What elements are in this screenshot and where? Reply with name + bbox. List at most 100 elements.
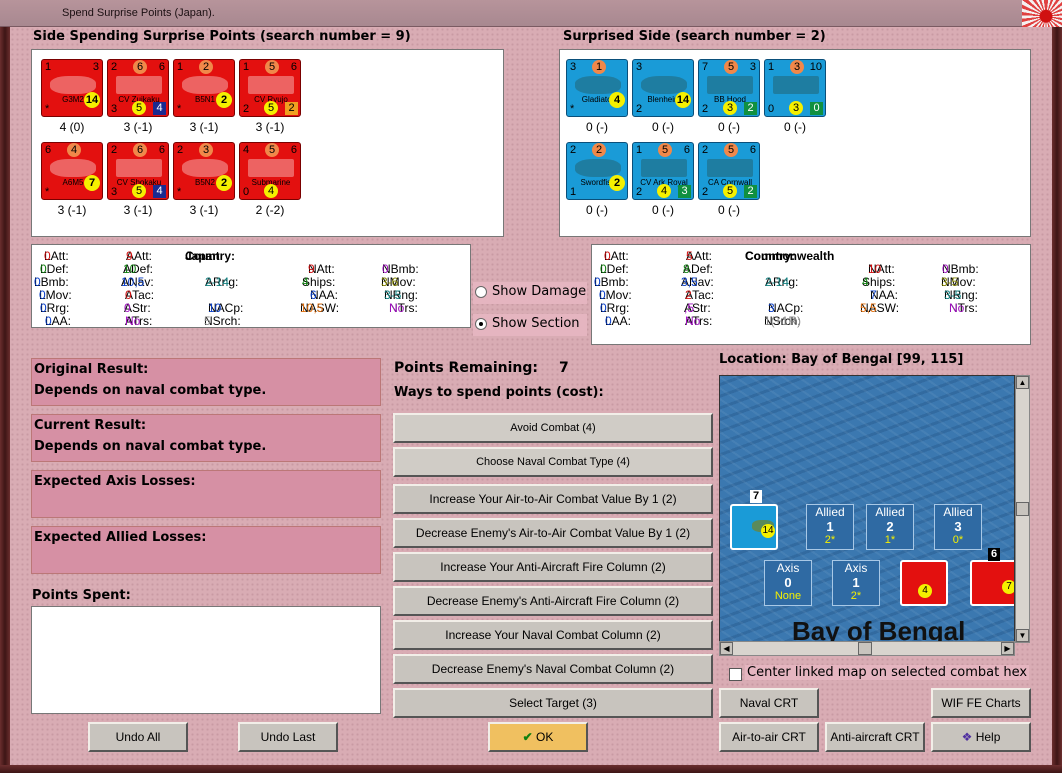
stat-latt: 0 (44, 249, 51, 263)
allied-unit-counter[interactable]: 2 5 6 CA Cornwall 2 5 2 (698, 142, 760, 200)
stat-nrng: 3-5 (384, 288, 402, 302)
counter-top-left-value: 7 (702, 61, 709, 73)
scroll-down-icon[interactable]: ▼ (1016, 629, 1029, 642)
stack-count-blenheim: 7 (750, 490, 762, 503)
allied-stats-panel: LAtt: 0 LDef: 0 LBmb: 0 LMov: 0 LRrg: 0 … (591, 244, 1031, 345)
counter-bottom-right-value: 2 (744, 102, 757, 115)
stat-nasw: 5,5 (860, 301, 877, 315)
show-damage-radio[interactable]: Show Damage (473, 282, 587, 304)
scroll-thumb[interactable] (858, 642, 872, 655)
counter-top-mid-value: 6 (133, 60, 147, 74)
combat-box-allied-2[interactable]: Allied 2 1* (866, 504, 914, 550)
side-label: Allied (943, 505, 973, 519)
map-submarine-counter[interactable]: 4 (900, 560, 948, 606)
counter-top-left-value: 1 (636, 144, 643, 156)
spend-option-button[interactable]: Decrease Enemy's Air-to-Air Combat Value… (393, 518, 713, 548)
current-result-label: Current Result: (34, 418, 147, 433)
map-location: Location: Bay of Bengal [99, 115] (719, 352, 964, 367)
box-value: None (774, 590, 802, 602)
radio-dot (475, 286, 487, 298)
axis-unit-counter[interactable]: 4 5 6 Submarine 0 4 (239, 142, 301, 200)
ship-icon (707, 159, 753, 177)
points-spent-list[interactable] (31, 606, 381, 714)
axis-unit-counter[interactable]: 1 2 B5N1 2 * (173, 59, 235, 117)
counter-top-right-value: 6 (290, 144, 297, 156)
counter-top-mid-value: 3 (199, 143, 213, 157)
combat-box-allied-3[interactable]: Allied 3 0* (934, 504, 982, 550)
allied-unit-counter[interactable]: 3 1 Gladiator 4 * (566, 59, 628, 117)
spend-option-button[interactable]: Decrease Enemy's Anti-Aircraft Fire Colu… (393, 586, 713, 616)
counter-surprise-value: 2 (-2) (255, 203, 285, 217)
show-section-radio[interactable]: Show Section (473, 314, 587, 336)
allied-unit-counter[interactable]: 2 2 Swordfish 2 1 (566, 142, 628, 200)
map-horizontal-scrollbar[interactable]: ◀ ▶ (719, 641, 1015, 656)
window-frame-left (0, 27, 10, 773)
counter-top-right-value: 6 (158, 61, 165, 73)
stat-nacp: 3 (768, 301, 775, 315)
counter-strength-value: 7 (84, 175, 100, 191)
counter-strength-value: 2 (609, 175, 625, 191)
spend-option-button[interactable]: Decrease Enemy's Naval Combat Column (2) (393, 654, 713, 684)
counter-strength-value: 14 (84, 92, 100, 108)
stat-nacp: 10 (208, 301, 222, 315)
undo-all-button[interactable]: Undo All (88, 722, 188, 752)
scroll-right-icon[interactable]: ▶ (1001, 642, 1014, 655)
scroll-thumb[interactable] (1016, 502, 1029, 516)
allied-unit-counter[interactable]: 1 3 10 0 3 0 (764, 59, 826, 117)
allied-unit-counter[interactable]: 7 5 3 BB Hood 2 3 2 (698, 59, 760, 117)
combat-box-axis-1[interactable]: Axis 1 2* (832, 560, 880, 606)
spend-option-button[interactable]: Increase Your Naval Combat Column (2) (393, 620, 713, 650)
allied-unit-counter[interactable]: 3 Blenheim 14 2 (632, 59, 694, 117)
spend-option-button[interactable]: Avoid Combat (4) (393, 413, 713, 443)
help-button[interactable]: ❖ Help (931, 722, 1031, 752)
spend-option-button[interactable]: Choose Naval Combat Type (4) (393, 447, 713, 477)
counter-bottom-left-value: 2 (636, 103, 643, 115)
counter-bottom-left-value: * (177, 186, 182, 198)
spend-option-button[interactable]: Increase Your Anti-Aircraft Fire Column … (393, 552, 713, 582)
anti-aircraft-crt-button[interactable]: Anti-aircraft CRT (825, 722, 925, 752)
checkmark-icon: ✔ (522, 730, 533, 744)
center-map-checkbox[interactable] (729, 668, 742, 681)
ok-button[interactable]: ✔ OK (488, 722, 588, 752)
show-damage-label: Show Damage (492, 284, 587, 299)
allied-country: Commonwealth (745, 249, 835, 263)
expected-axis-losses-box: Expected Axis Losses: (31, 470, 381, 518)
axis-unit-counter[interactable]: 2 6 6 CV Zuikaku 3 5 4 (107, 59, 169, 117)
wif-charts-button[interactable]: WIF FE Charts (931, 688, 1031, 718)
combat-map[interactable]: 14 7 Allied 1 2* Allied 2 1* Allied 3 0* Axis 0 Non… (719, 375, 1015, 643)
counter-strength-value: 14 (675, 92, 691, 108)
center-map-label: Center linked map on selected combat hex (745, 665, 1030, 680)
map-a6m5-counter[interactable]: 7 (970, 560, 1014, 606)
axis-unit-counter[interactable]: 6 4 A6M5 7 * (41, 142, 103, 200)
counter-top-left-value: 1 (177, 61, 184, 73)
stat-nmov: 3-5 (941, 275, 959, 289)
scroll-up-icon[interactable]: ▲ (1016, 376, 1029, 389)
allied-unit-counter[interactable]: 1 5 6 CV Ark Royal 2 4 3 (632, 142, 694, 200)
counter-top-left-value: 2 (111, 61, 118, 73)
undo-last-button[interactable]: Undo Last (238, 722, 338, 752)
original-result-box: Original Result: Depends on naval combat… (31, 358, 381, 406)
axis-unit-counter[interactable]: 1 5 6 CV Ryujo 2 5 2 (239, 59, 301, 117)
axis-unit-counter[interactable]: 2 3 B5N2 2 * (173, 142, 235, 200)
map-blenheim-counter[interactable]: 14 (730, 504, 778, 550)
air-to-air-crt-button[interactable]: Air-to-air CRT (719, 722, 819, 752)
side-label: Axis (776, 561, 800, 575)
box-number: 1 (852, 575, 860, 590)
ways-to-spend-label: Ways to spend points (cost): (394, 385, 604, 400)
axis-unit-counter[interactable]: 2 6 6 CV Shokaku 3 5 4 (107, 142, 169, 200)
combat-box-allied-1[interactable]: Allied 1 2* (806, 504, 854, 550)
naval-crt-button[interactable]: Naval CRT (719, 688, 819, 718)
stat-atrs: No (125, 314, 141, 328)
spend-option-button[interactable]: Select Target (3) (393, 688, 713, 718)
stat-atac: 2 (685, 288, 692, 302)
stack-count-a6m5: 6 (988, 548, 1000, 561)
combat-box-axis-0[interactable]: Axis 0 None (764, 560, 812, 606)
scroll-left-icon[interactable]: ◀ (720, 642, 733, 655)
counter-strength-value: 2 (216, 175, 232, 191)
map-vertical-scrollbar[interactable]: ▲ ▼ (1015, 375, 1030, 643)
stat-laa: 0 (45, 314, 52, 328)
stat-naa: 7 (870, 288, 877, 302)
spend-option-button[interactable]: Increase Your Air-to-Air Combat Value By… (393, 484, 713, 514)
stat-ships: 4 (862, 275, 869, 289)
axis-unit-counter[interactable]: 1 3 G3M2 14 * (41, 59, 103, 117)
